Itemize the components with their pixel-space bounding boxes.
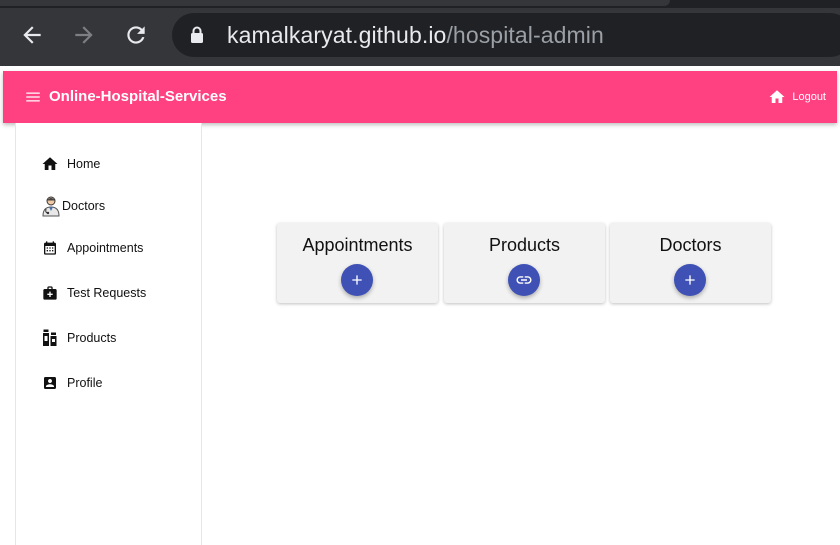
- reload-button[interactable]: [120, 19, 152, 51]
- sidebar: Home Doctors Appointments Test Requests: [15, 123, 202, 545]
- tab-strip: [0, 0, 840, 8]
- plus-icon: [352, 275, 362, 285]
- browser-toolbar: kamalkaryat.github.io/hospital-admin: [0, 0, 840, 66]
- address-bar[interactable]: kamalkaryat.github.io/hospital-admin: [172, 13, 840, 57]
- products-link-button[interactable]: [508, 264, 540, 296]
- doctor-icon: [40, 195, 62, 217]
- sidebar-item-label: Products: [67, 331, 117, 345]
- sidebar-item-products[interactable]: Products: [40, 326, 116, 350]
- active-tab-edge: [0, 0, 670, 6]
- sidebar-item-label: Appointments: [67, 241, 144, 255]
- sidebar-item-label: Profile: [67, 376, 103, 390]
- sidebar-item-label: Test Requests: [67, 286, 147, 300]
- home-icon: [769, 90, 785, 103]
- plus-icon: [685, 275, 695, 285]
- account-box-icon: [40, 373, 60, 393]
- url-path: /hospital-admin: [446, 22, 604, 48]
- sidebar-item-test-requests[interactable]: Test Requests: [40, 281, 146, 305]
- back-arrow-icon: [23, 26, 41, 44]
- url-host: kamalkaryat.github.io: [227, 22, 447, 48]
- card-appointments: Appointments: [277, 223, 438, 303]
- forward-arrow-icon: [75, 26, 93, 44]
- calendar-icon: [40, 238, 60, 258]
- menu-icon[interactable]: [24, 88, 42, 106]
- home-icon: [40, 154, 60, 174]
- lock-icon: [191, 26, 203, 43]
- chrome-divider: [0, 66, 840, 70]
- sidebar-item-profile[interactable]: Profile: [40, 371, 102, 395]
- card-title: Appointments: [302, 235, 413, 255]
- app-title: Online-Hospital-Services: [49, 88, 227, 105]
- card-products: Products: [444, 223, 605, 303]
- sidebar-item-label: Doctors: [62, 199, 106, 213]
- card-title: Doctors: [659, 235, 722, 255]
- sidebar-item-appointments[interactable]: Appointments: [40, 236, 143, 260]
- card-doctors: Doctors: [610, 223, 771, 303]
- logout-label: Logout: [792, 91, 826, 103]
- link-icon: [516, 276, 532, 284]
- card-title: Products: [488, 235, 561, 255]
- add-doctor-button[interactable]: [674, 264, 706, 296]
- sidebar-item-label: Home: [67, 157, 101, 171]
- sidebar-item-home[interactable]: Home: [40, 152, 100, 176]
- add-appointment-button[interactable]: [341, 264, 373, 296]
- reload-icon: [127, 26, 145, 44]
- bottles-icon: [40, 328, 60, 348]
- back-button[interactable]: [16, 19, 48, 51]
- url-text: kamalkaryat.github.io/hospital-admin: [227, 22, 604, 48]
- forward-button[interactable]: [68, 19, 100, 51]
- medical-bag-icon: [40, 283, 60, 303]
- sidebar-item-doctors[interactable]: Doctors: [40, 194, 105, 218]
- app-bar: Online-Hospital-Services Logout: [3, 71, 837, 123]
- logout-button[interactable]: Logout: [768, 88, 826, 106]
